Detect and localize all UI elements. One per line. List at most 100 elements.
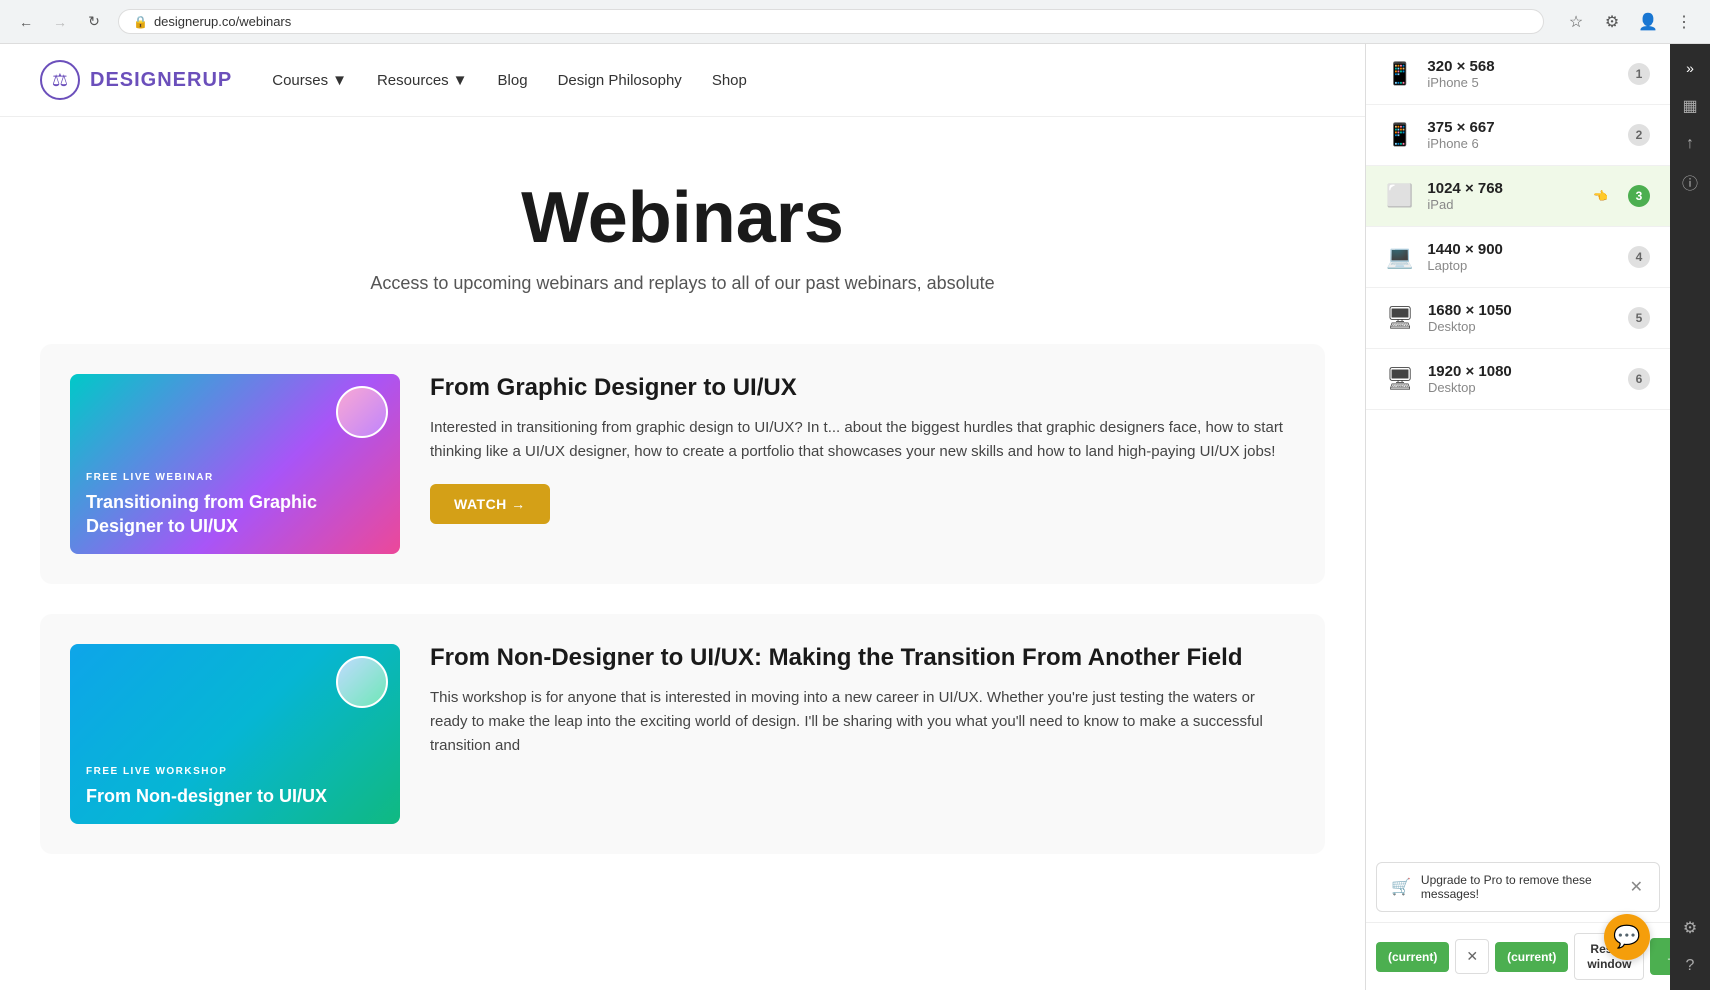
device-num-5: 5	[1628, 307, 1650, 329]
device-dims-4: 1440 × 900	[1427, 241, 1614, 258]
phone-icon: 📱	[1386, 61, 1413, 87]
upgrade-text: Upgrade to Pro to remove these messages!	[1421, 873, 1618, 901]
hero-title: Webinars	[20, 177, 1345, 259]
forward-button[interactable]: →	[46, 8, 74, 36]
phone-icon-2: 📱	[1386, 122, 1413, 148]
device-dims-5: 1680 × 1050	[1428, 302, 1614, 319]
help-icon-button[interactable]: ?	[1672, 948, 1708, 984]
card-desc-1: Interested in transitioning from graphic…	[430, 416, 1295, 464]
device-item-ipad[interactable]: ⬜ 1024 × 768 iPad 👈 3	[1366, 166, 1670, 227]
close-banner-button[interactable]: ✕	[1628, 875, 1645, 899]
device-list: 📱 320 × 568 iPhone 5 1 📱 375 × 667 iPhon…	[1366, 44, 1670, 852]
device-info-2: 375 × 667 iPhone 6	[1427, 119, 1614, 151]
card-img-title-2: From Non-designer to UI/UX	[86, 785, 384, 808]
chevron-down-icon: ▼	[332, 72, 347, 89]
nav-courses[interactable]: Courses ▼	[272, 72, 347, 89]
card-image-1: FREE LIVE WEBINAR Transitioning from Gra…	[70, 374, 400, 554]
extensions-button[interactable]: ⚙	[1598, 8, 1626, 36]
device-name-2: iPhone 6	[1427, 136, 1614, 151]
logo-icon: ⚖	[40, 60, 80, 100]
far-right-toolbar: » ▦ ↑ ⓘ ⚙ ?	[1670, 44, 1710, 990]
layout-icon-button[interactable]: ▦	[1672, 88, 1708, 124]
device-info-6: 1920 × 1080 Desktop	[1428, 363, 1614, 395]
star-button[interactable]: ☆	[1562, 8, 1590, 36]
desktop-icon-1: 🖥	[1386, 305, 1414, 331]
device-dims-1: 320 × 568	[1427, 58, 1614, 75]
watch-button-1[interactable]: WATCH →	[430, 484, 550, 524]
card-content-1: From Graphic Designer to UI/UX Intereste…	[430, 374, 1295, 554]
device-dims-3: 1024 × 768	[1427, 180, 1579, 197]
device-num-4: 4	[1628, 246, 1650, 268]
x-button[interactable]: ✕	[1455, 939, 1489, 974]
device-item-laptop[interactable]: 💻 1440 × 900 Laptop 4	[1366, 227, 1670, 288]
arrow-icon-button[interactable]: ↑	[1672, 126, 1708, 162]
settings-icon-button[interactable]: ⚙	[1672, 910, 1708, 946]
url-text: designerup.co/webinars	[154, 14, 291, 29]
site-nav: ⚖ DESIGNERUP Courses ▼ Resources ▼ Blog …	[0, 44, 1365, 117]
nav-design-philosophy[interactable]: Design Philosophy	[558, 72, 682, 89]
address-bar[interactable]: 🔒 designerup.co/webinars	[118, 9, 1544, 34]
desktop-icon-2: 🖥	[1386, 366, 1414, 392]
webinar-card-2: FREE LIVE WORKSHOP From Non-designer to …	[40, 614, 1325, 854]
device-num-6: 6	[1628, 368, 1650, 390]
profile-button[interactable]: 👤	[1634, 8, 1662, 36]
page-wrapper: ⚖ DESIGNERUP Courses ▼ Resources ▼ Blog …	[0, 44, 1710, 990]
device-panel: 📱 320 × 568 iPhone 5 1 📱 375 × 667 iPhon…	[1365, 44, 1670, 990]
avatar-1	[336, 386, 388, 438]
card-content-2: From Non-Designer to UI/UX: Making the T…	[430, 644, 1295, 824]
device-info-4: 1440 × 900 Laptop	[1427, 241, 1614, 273]
cursor-indicator: 👈	[1593, 189, 1608, 203]
laptop-icon: 💻	[1386, 244, 1413, 270]
cart-icon: 🛒	[1391, 877, 1411, 897]
chat-bubble[interactable]: 💬	[1604, 914, 1650, 960]
chevron-down-icon: ▼	[453, 72, 468, 89]
menu-button[interactable]: ⋮	[1670, 8, 1698, 36]
nav-resources[interactable]: Resources ▼	[377, 72, 468, 89]
upgrade-banner: 🛒 Upgrade to Pro to remove these message…	[1376, 862, 1660, 912]
device-name-5: Desktop	[1428, 319, 1614, 334]
device-name-3: iPad	[1427, 197, 1579, 212]
info-icon-button[interactable]: ⓘ	[1672, 164, 1708, 200]
avatar-2	[336, 656, 388, 708]
card-title-2: From Non-Designer to UI/UX: Making the T…	[430, 644, 1295, 672]
device-item-desktop1[interactable]: 🖥 1680 × 1050 Desktop 5	[1366, 288, 1670, 349]
reload-button[interactable]: ↻	[80, 8, 108, 36]
current-button-1[interactable]: (current)	[1376, 942, 1449, 972]
device-dims-6: 1920 × 1080	[1428, 363, 1614, 380]
browser-actions: ☆ ⚙ 👤 ⋮	[1562, 8, 1698, 36]
hero-subtitle: Access to upcoming webinars and replays …	[20, 273, 1345, 294]
hero-section: Webinars Access to upcoming webinars and…	[0, 117, 1365, 324]
device-name-6: Desktop	[1428, 380, 1614, 395]
back-button[interactable]: ←	[12, 8, 40, 36]
device-num-1: 1	[1628, 63, 1650, 85]
card-image-2: FREE LIVE WORKSHOP From Non-designer to …	[70, 644, 400, 824]
browser-nav-buttons: ← → ↻	[12, 8, 108, 36]
logo-text: DESIGNERUP	[90, 69, 232, 92]
nav-shop[interactable]: Shop	[712, 72, 747, 89]
chat-icon: 💬	[1613, 924, 1640, 950]
card-desc-2: This workshop is for anyone that is inte…	[430, 686, 1295, 758]
card-title-1: From Graphic Designer to UI/UX	[430, 374, 1295, 402]
device-name-4: Laptop	[1427, 258, 1614, 273]
browser-chrome: ← → ↻ 🔒 designerup.co/webinars ☆ ⚙ 👤 ⋮	[0, 0, 1710, 44]
cards-container: FREE LIVE WEBINAR Transitioning from Gra…	[0, 324, 1365, 904]
nav-links: Courses ▼ Resources ▼ Blog Design Philos…	[272, 72, 747, 89]
device-item-iphone5[interactable]: 📱 320 × 568 iPhone 5 1	[1366, 44, 1670, 105]
logo-area: ⚖ DESIGNERUP	[40, 60, 232, 100]
device-item-desktop2[interactable]: 🖥 1920 × 1080 Desktop 6	[1366, 349, 1670, 410]
device-dims-2: 375 × 667	[1427, 119, 1614, 136]
device-info-5: 1680 × 1050 Desktop	[1428, 302, 1614, 334]
nav-blog[interactable]: Blog	[498, 72, 528, 89]
expand-toolbar-button[interactable]: »	[1672, 50, 1708, 86]
device-info-1: 320 × 568 iPhone 5	[1427, 58, 1614, 90]
card-badge-2: FREE LIVE WORKSHOP	[86, 766, 384, 777]
device-name-1: iPhone 5	[1427, 75, 1614, 90]
device-num-2: 2	[1628, 124, 1650, 146]
device-num-3: 3	[1628, 185, 1650, 207]
device-info-3: 1024 × 768 iPad	[1427, 180, 1579, 212]
webinar-card-1: FREE LIVE WEBINAR Transitioning from Gra…	[40, 344, 1325, 584]
lock-icon: 🔒	[133, 15, 148, 29]
current-button-2[interactable]: (current)	[1495, 942, 1568, 972]
tablet-icon: ⬜	[1386, 183, 1413, 209]
device-item-iphone6[interactable]: 📱 375 × 667 iPhone 6 2	[1366, 105, 1670, 166]
